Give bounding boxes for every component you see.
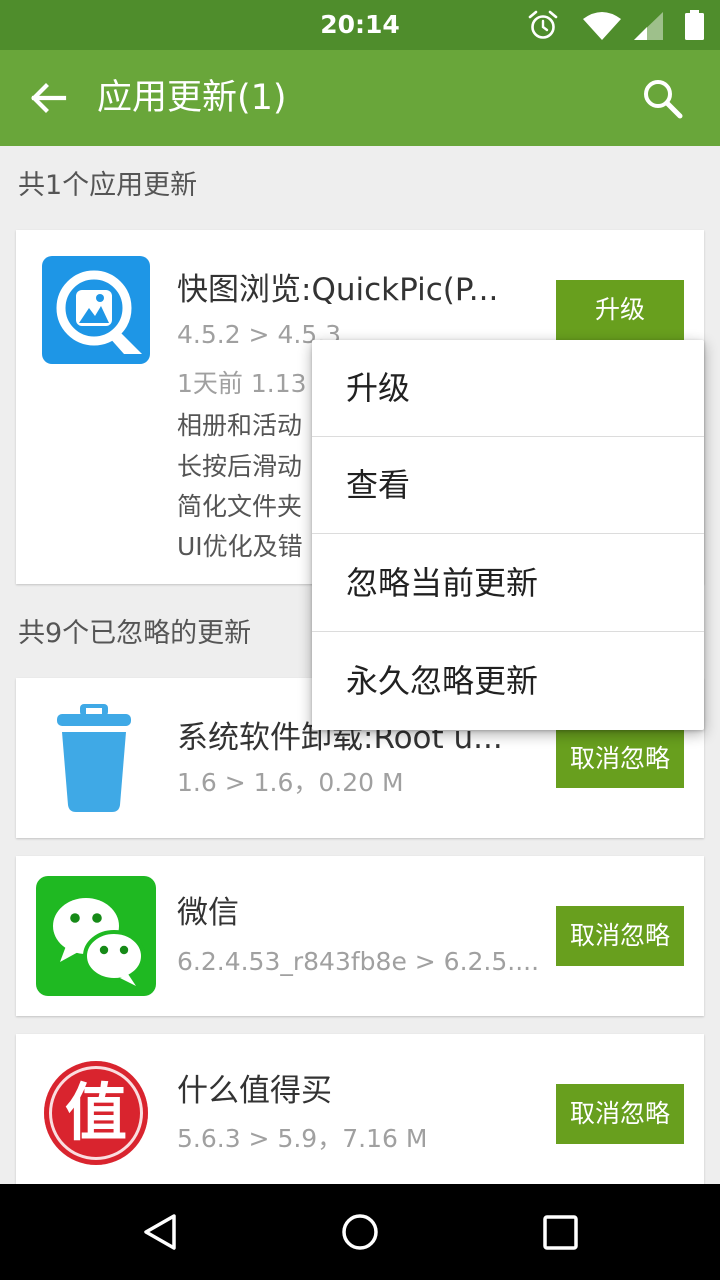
- navigation-bar: [0, 1184, 720, 1280]
- quickpic-icon: [42, 256, 150, 364]
- nav-recents-icon[interactable]: [541, 1213, 581, 1253]
- app-version: 1.6 > 1.6，0.20 M: [177, 768, 404, 797]
- menu-item-ignore-forever[interactable]: 永久忽略更新: [312, 633, 704, 730]
- menu-item-view[interactable]: 查看: [312, 437, 704, 534]
- updates-section-header: 共1个应用更新: [18, 170, 198, 201]
- wechat-icon: [36, 876, 156, 996]
- wifi-icon: [583, 12, 621, 40]
- unignore-button[interactable]: 取消忽略: [556, 1084, 684, 1144]
- status-bar: 20:14: [0, 0, 720, 50]
- app-bar: 应用更新(1): [0, 50, 720, 146]
- ignored-app-card[interactable]: 微信 6.2.4.53_r843fb8e > 6.2.5.... 取消忽略: [16, 856, 704, 1016]
- popup-menu: 升级 查看 忽略当前更新 永久忽略更新: [312, 340, 704, 730]
- smzdm-logo-glyph: 值: [64, 1076, 127, 1149]
- nav-home-icon[interactable]: [340, 1212, 380, 1252]
- page-title: 应用更新(1): [97, 78, 287, 118]
- app-version: 6.2.4.53_r843fb8e > 6.2.5....: [177, 947, 540, 976]
- ignored-section-header: 共9个已忽略的更新: [18, 618, 252, 649]
- upgrade-button[interactable]: 升级: [556, 280, 684, 340]
- nav-back-icon[interactable]: [140, 1212, 180, 1252]
- menu-item-upgrade[interactable]: 升级: [312, 340, 704, 437]
- signal-icon: [634, 12, 663, 40]
- ignored-app-card[interactable]: 值 什么值得买 5.6.3 > 5.9，7.16 M 取消忽略: [16, 1034, 704, 1194]
- app-title: 快图浏览:QuickPic(P...: [177, 272, 499, 308]
- trash-icon: [57, 704, 131, 812]
- alarm-icon: [528, 10, 558, 39]
- smzdm-icon: 值: [44, 1061, 148, 1165]
- search-icon[interactable]: [640, 76, 684, 120]
- app-title: 什么值得买: [177, 1073, 332, 1109]
- menu-item-ignore-current[interactable]: 忽略当前更新: [312, 535, 704, 632]
- unignore-button[interactable]: 取消忽略: [556, 730, 684, 788]
- unignore-button[interactable]: 取消忽略: [556, 906, 684, 966]
- battery-icon: [685, 10, 704, 40]
- app-version: 5.6.3 > 5.9，7.16 M: [177, 1124, 428, 1153]
- arrow-back-icon[interactable]: [28, 78, 68, 118]
- app-title: 微信: [177, 895, 239, 931]
